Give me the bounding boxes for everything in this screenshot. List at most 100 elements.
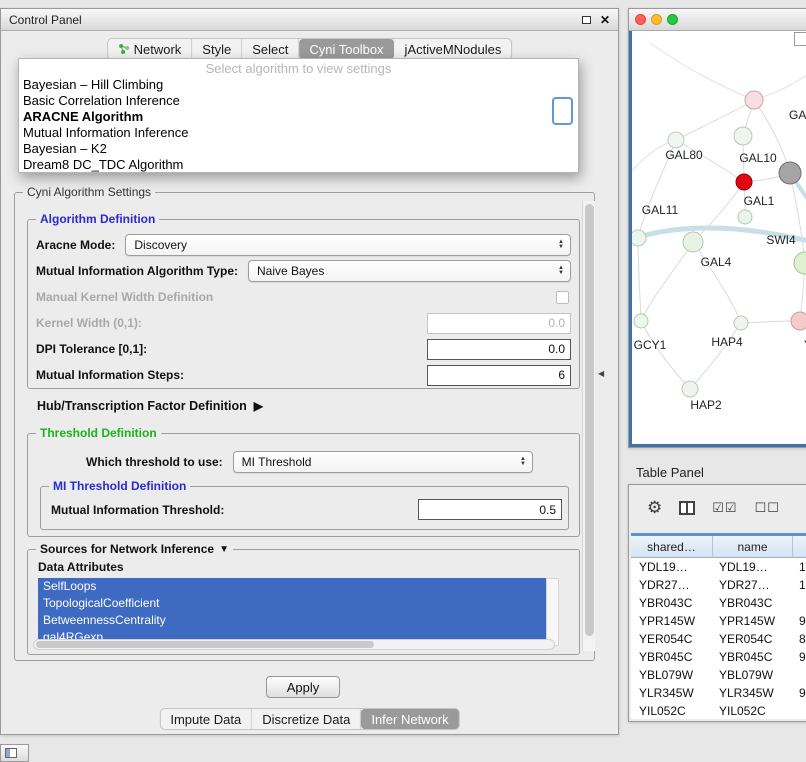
window-title: Control Panel xyxy=(9,13,82,27)
table-row[interactable]: YDL19…YDL19…13 xyxy=(631,558,806,576)
network-node[interactable] xyxy=(736,174,752,190)
network-node[interactable] xyxy=(779,162,801,184)
table-cell: 12 xyxy=(793,576,806,594)
select-all-icon[interactable]: ☑☑ xyxy=(712,500,737,516)
algorithm-option[interactable]: ARACNE Algorithm xyxy=(19,109,578,125)
panel-collapse-arrow-icon[interactable]: ◀ xyxy=(598,369,604,378)
table-cell: YPR145W xyxy=(631,612,713,630)
minimize-traffic-light[interactable] xyxy=(651,14,662,25)
mi-type-row: Mutual Information Algorithm Type: Naive… xyxy=(36,258,571,284)
aracne-mode-label: Aracne Mode: xyxy=(36,238,115,252)
network-node[interactable] xyxy=(794,252,806,274)
network-node[interactable] xyxy=(668,132,684,148)
table-row[interactable]: YBR043CYBR043C xyxy=(631,594,806,612)
table-cell: 8. xyxy=(793,630,806,648)
data-attribute-item[interactable]: SelfLoops xyxy=(38,578,546,595)
column-header-shared-name[interactable]: shared… xyxy=(631,536,713,558)
table-body: YDL19…YDL19…13YDR27…YDR27…12YBR043CYBR04… xyxy=(631,558,806,719)
table-row[interactable]: YDR27…YDR27…12 xyxy=(631,576,806,594)
node-label: GAL10 xyxy=(739,151,777,165)
mi-type-combo[interactable]: Naive Bayes ▲▼ xyxy=(248,260,571,282)
tab-cyni-toolbox[interactable]: Cyni Toolbox xyxy=(299,39,394,59)
data-attribute-item[interactable]: BetweennessCentrality xyxy=(38,612,546,629)
which-threshold-combo[interactable]: MI Threshold ▲▼ xyxy=(233,451,533,473)
scrollbar-thumb[interactable] xyxy=(585,204,594,636)
apply-button[interactable]: Apply xyxy=(266,676,340,698)
float-window-icon[interactable] xyxy=(582,16,591,24)
column-header-partial[interactable] xyxy=(793,536,806,558)
attributes-vertical-scrollbar[interactable] xyxy=(546,578,559,646)
kernel-width-field[interactable]: 0.0 xyxy=(427,313,571,334)
tab-infer-network[interactable]: Infer Network xyxy=(361,709,458,729)
algorithm-option[interactable]: Basic Correlation Inference xyxy=(19,93,578,109)
node-label: GCY1 xyxy=(634,338,667,352)
table-cell: YDL19… xyxy=(631,558,713,576)
node-label: GAL80 xyxy=(665,148,703,162)
tab-network[interactable]: Network xyxy=(108,39,193,59)
table-row[interactable]: YLR345WYLR345W9. xyxy=(631,684,806,702)
combo-arrows-icon: ▲▼ xyxy=(520,457,526,467)
hub-section-toggle[interactable]: Hub/Transcription Factor Definition ▶ xyxy=(37,397,263,415)
table-row[interactable]: YIL052CYIL052C xyxy=(631,702,806,719)
network-node[interactable] xyxy=(632,230,646,246)
network-node[interactable] xyxy=(682,381,698,397)
sources-section-toggle[interactable]: Sources for Network Inference ▼ xyxy=(36,542,233,556)
table-cell: YIL052C xyxy=(631,702,713,719)
network-node[interactable] xyxy=(745,91,763,109)
node-label: HAP2 xyxy=(690,398,722,412)
close-traffic-light[interactable] xyxy=(635,14,646,25)
manual-kernel-label: Manual Kernel Width Definition xyxy=(36,290,213,304)
tab-style[interactable]: Style xyxy=(192,39,242,59)
zoom-traffic-light[interactable] xyxy=(667,14,678,25)
tab-label: Discretize Data xyxy=(262,712,350,727)
tab-select[interactable]: Select xyxy=(242,39,299,59)
network-node[interactable] xyxy=(734,127,752,145)
control-panel-titlebar[interactable]: Control Panel ✕ xyxy=(1,9,618,31)
network-node[interactable] xyxy=(634,314,648,328)
network-node[interactable] xyxy=(734,316,748,330)
scrollbar-thumb[interactable] xyxy=(36,641,374,648)
close-window-icon[interactable]: ✕ xyxy=(600,14,610,26)
algorithm-option[interactable]: Dream8 DC_TDC Algorithm xyxy=(19,157,578,173)
control-panel-tabs: Network Style Select Cyni Toolbox jActiv… xyxy=(107,38,513,60)
network-canvas[interactable]: GALGAL80GAL10GAL1GAL11SWI4GAL4GCY1HAP4HA… xyxy=(629,31,806,447)
cyni-mode-tabs: Impute Data Discretize Data Infer Networ… xyxy=(159,708,459,730)
tab-discretize-data[interactable]: Discretize Data xyxy=(252,709,361,729)
algorithm-option[interactable]: Mutual Information Inference xyxy=(19,125,578,141)
manual-kernel-checkbox[interactable] xyxy=(556,291,569,304)
settings-scrollbar[interactable] xyxy=(582,201,595,651)
table-row[interactable]: YPR145WYPR145W9. xyxy=(631,612,806,630)
algorithm-option[interactable]: Bayesian – K2 xyxy=(19,141,578,157)
table-cell: 9. xyxy=(793,648,806,666)
collapsed-panel[interactable] xyxy=(0,744,29,762)
table-row[interactable]: YBR045CYBR045C9. xyxy=(631,648,806,666)
deselect-all-icon[interactable]: ☐☐ xyxy=(755,500,780,516)
tab-impute-data[interactable]: Impute Data xyxy=(160,709,252,729)
collapse-down-icon: ▼ xyxy=(219,544,229,555)
column-header-name[interactable]: name xyxy=(713,536,793,558)
columns-icon[interactable] xyxy=(679,501,695,515)
tab-jactivemnodules[interactable]: jActiveMNodules xyxy=(395,39,512,59)
canvas-corner-box xyxy=(794,32,806,46)
table-cell xyxy=(793,666,806,684)
tab-label: jActiveMNodules xyxy=(405,42,502,57)
table-row[interactable]: YBL079WYBL079W xyxy=(631,666,806,684)
algorithm-placeholder[interactable]: Select algorithm to view settings xyxy=(19,60,578,77)
network-node[interactable] xyxy=(738,210,752,224)
network-window-titlebar[interactable] xyxy=(629,9,806,31)
table-row[interactable]: YER054CYER054C8. xyxy=(631,630,806,648)
mi-threshold-field[interactable]: 0.5 xyxy=(418,499,562,520)
attributes-horizontal-scrollbar[interactable] xyxy=(33,639,555,650)
data-attributes-label: Data Attributes xyxy=(38,560,124,574)
network-edge xyxy=(638,238,641,321)
network-node[interactable] xyxy=(791,312,806,330)
mi-steps-field[interactable]: 6 xyxy=(427,365,571,386)
data-attribute-item[interactable]: TopologicalCoefficient xyxy=(38,595,546,612)
dpi-tolerance-field[interactable]: 0.0 xyxy=(427,339,571,360)
gear-icon[interactable]: ⚙ xyxy=(647,498,662,518)
table-cell: YER054C xyxy=(631,630,713,648)
network-edge xyxy=(641,321,690,389)
network-node[interactable] xyxy=(683,232,703,252)
aracne-mode-combo[interactable]: Discovery ▲▼ xyxy=(125,234,571,256)
algorithm-option[interactable]: Bayesian – Hill Climbing xyxy=(19,77,578,93)
